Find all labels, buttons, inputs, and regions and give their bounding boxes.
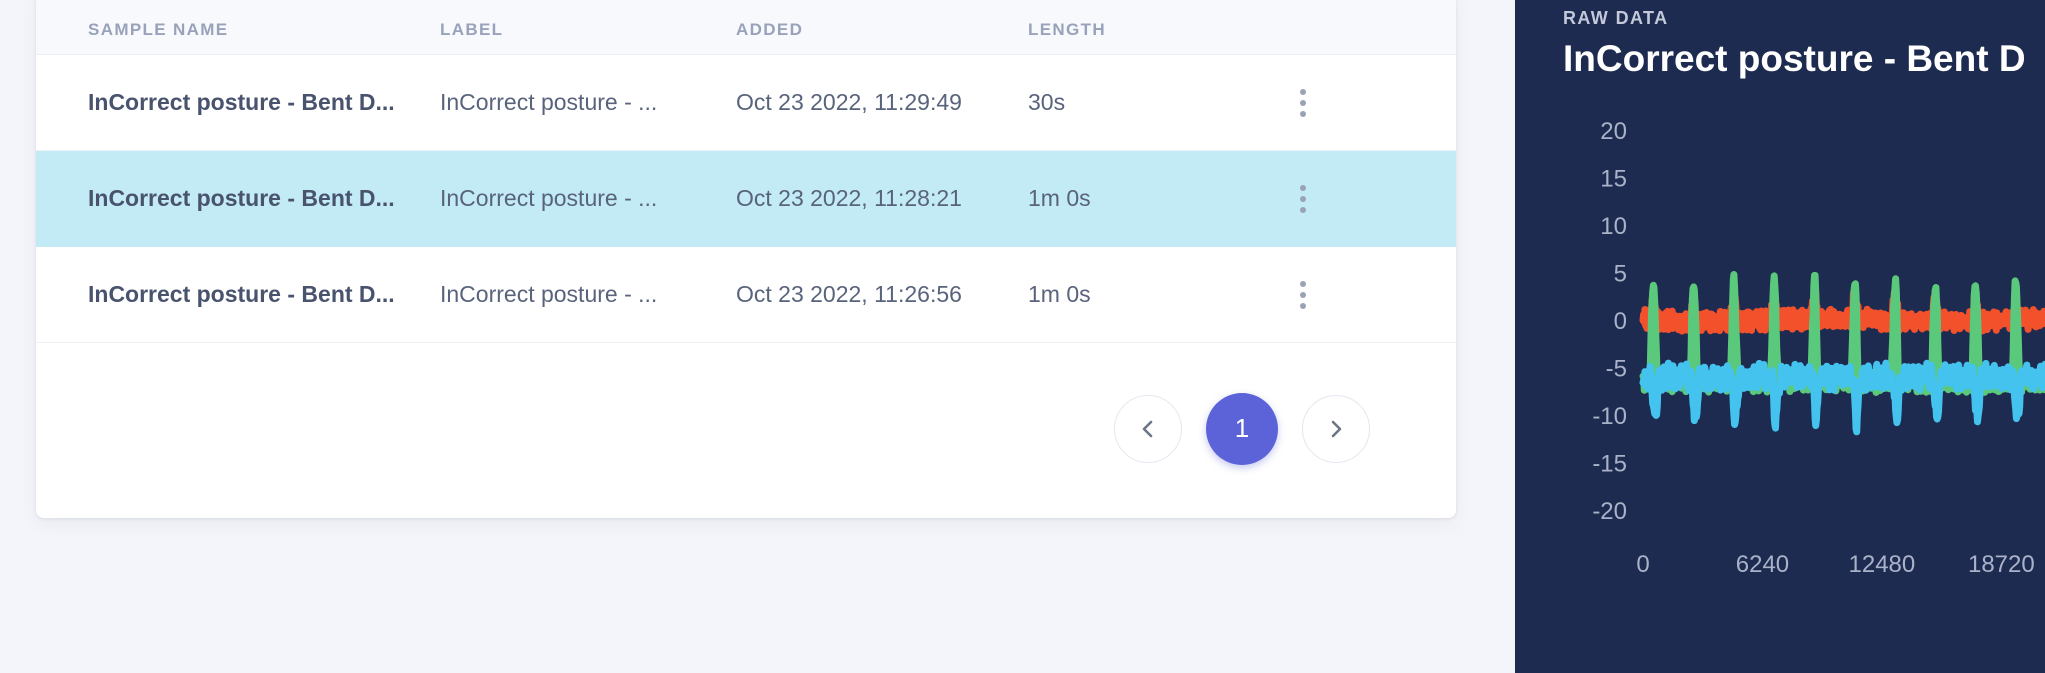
column-header-actions <box>1286 40 1456 54</box>
column-header-sample-name[interactable]: SAMPLE NAME <box>36 20 440 54</box>
column-header-length-label: LENGTH <box>1028 20 1106 39</box>
kebab-menu-icon[interactable] <box>1286 275 1320 315</box>
cell-added: Oct 23 2022, 11:26:56 <box>736 281 1028 308</box>
chart-series-line <box>1639 287 2045 335</box>
raw-data-kicker: RAW DATA <box>1563 8 1669 28</box>
raw-data-panel: RAW DATA InCorrect posture - Bent D 20 15… <box>1515 0 2045 673</box>
column-header-sample-name-label: SAMPLE NAME <box>88 20 229 39</box>
cell-added: Oct 23 2022, 11:29:49 <box>736 89 1028 116</box>
chart-svg: 20 15 10 5 0 -5 -10 -15 -20 0 6240 12480 18720 <box>1592 118 2045 578</box>
pagination: 1 <box>36 343 1456 514</box>
column-header-label[interactable]: LABEL <box>440 20 736 54</box>
sample-name-text: InCorrect posture - Bent D... <box>88 281 395 307</box>
cell-added: Oct 23 2022, 11:28:21 <box>736 185 1028 212</box>
x-axis-tick-label: 0 <box>1636 551 1649 578</box>
label-text: InCorrect posture - ... <box>440 185 658 211</box>
chevron-left-icon <box>1142 420 1153 437</box>
cell-length: 30s <box>1028 89 1286 116</box>
length-text: 1m 0s <box>1028 281 1091 307</box>
cell-sample-name: InCorrect posture - Bent D... <box>36 185 440 212</box>
y-axis-tick-label: -5 <box>1606 356 1627 383</box>
cell-sample-name: InCorrect posture - Bent D... <box>36 281 440 308</box>
screen-root: SAMPLE NAME LABEL ADDED LENGTH InCorrect… <box>0 0 2045 673</box>
label-text: InCorrect posture - ... <box>440 281 658 307</box>
length-text: 30s <box>1028 89 1066 115</box>
y-axis-tick-label: -20 <box>1592 498 1627 525</box>
cell-label: InCorrect posture - ... <box>440 185 736 212</box>
y-axis-tick-label: 20 <box>1600 118 1627 145</box>
chart-series-line <box>1639 359 2045 436</box>
cell-actions <box>1286 275 1456 315</box>
y-axis-tick-label: 10 <box>1600 213 1627 240</box>
column-header-label-label: LABEL <box>440 20 504 39</box>
table-header-row: SAMPLE NAME LABEL ADDED LENGTH <box>36 0 1456 55</box>
pagination-prev-button[interactable] <box>1114 394 1182 463</box>
added-text: Oct 23 2022, 11:29:49 <box>736 89 962 115</box>
x-axis-tick-label: 6240 <box>1736 551 1789 578</box>
samples-table-card: SAMPLE NAME LABEL ADDED LENGTH InCorrect… <box>36 0 1456 518</box>
cell-length: 1m 0s <box>1028 185 1286 212</box>
y-axis-tick-label: 0 <box>1614 308 1627 335</box>
table-row[interactable]: InCorrect posture - Bent D... InCorrect … <box>36 55 1456 151</box>
pagination-next-button[interactable] <box>1302 394 1370 463</box>
x-axis-tick-label: 12480 <box>1849 551 1916 578</box>
column-header-added[interactable]: ADDED <box>736 20 1028 54</box>
sample-name-text: InCorrect posture - Bent D... <box>88 89 395 115</box>
added-text: Oct 23 2022, 11:28:21 <box>736 185 962 211</box>
sample-name-text: InCorrect posture - Bent D... <box>88 185 395 211</box>
table-row[interactable]: InCorrect posture - Bent D... InCorrect … <box>36 151 1456 247</box>
label-text: InCorrect posture - ... <box>440 89 658 115</box>
cell-actions <box>1286 83 1456 123</box>
cell-length: 1m 0s <box>1028 281 1286 308</box>
y-axis-tick-label: 15 <box>1600 166 1627 193</box>
chevron-right-icon <box>1331 420 1342 437</box>
y-axis-tick-label: 5 <box>1614 261 1627 288</box>
raw-data-chart: 20 15 10 5 0 -5 -10 -15 -20 0 6240 12480 18720 <box>1515 110 2045 610</box>
kebab-menu-icon[interactable] <box>1286 83 1320 123</box>
y-axis-tick-label: -15 <box>1592 451 1627 478</box>
x-axis-tick-label: 18720 <box>1968 551 2035 578</box>
cell-sample-name: InCorrect posture - Bent D... <box>36 89 440 116</box>
cell-label: InCorrect posture - ... <box>440 89 736 116</box>
pagination-page-number: 1 <box>1234 413 1250 443</box>
length-text: 1m 0s <box>1028 185 1091 211</box>
raw-data-title: InCorrect posture - Bent D <box>1563 38 2026 79</box>
column-header-length[interactable]: LENGTH <box>1028 20 1286 54</box>
y-axis-tick-label: -10 <box>1592 403 1627 430</box>
pagination-page-1-button[interactable]: 1 <box>1206 392 1278 465</box>
cell-label: InCorrect posture - ... <box>440 281 736 308</box>
table-row[interactable]: InCorrect posture - Bent D... InCorrect … <box>36 247 1456 343</box>
added-text: Oct 23 2022, 11:26:56 <box>736 281 962 307</box>
column-header-added-label: ADDED <box>736 20 804 39</box>
cell-actions <box>1286 179 1456 219</box>
kebab-menu-icon[interactable] <box>1286 179 1320 219</box>
